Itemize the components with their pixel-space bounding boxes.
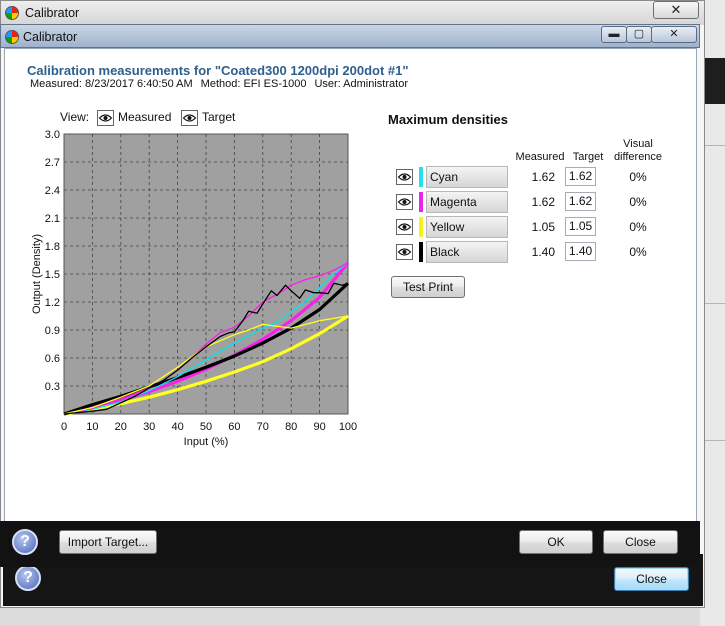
y-axis-label: Output (Density) <box>31 234 43 314</box>
ink-visual-difference: 0% <box>629 195 647 209</box>
test-print-button[interactable]: Test Print <box>391 276 465 298</box>
y-tick-label: 0.3 <box>45 381 60 393</box>
x-tick-label: 20 <box>115 421 127 433</box>
x-tick-label: 0 <box>61 421 67 433</box>
close-button[interactable]: Close <box>603 530 678 554</box>
x-tick-label: 50 <box>200 421 212 433</box>
measured-toggle-label[interactable]: Measured <box>118 110 171 124</box>
col-header-measured: Measured <box>515 151 565 163</box>
ink-eye-icon[interactable] <box>396 194 413 210</box>
ink-visual-difference: 0% <box>629 170 647 184</box>
col-header-visual: Visual <box>623 138 653 150</box>
y-tick-label: 2.7 <box>45 157 60 169</box>
calibration-info: Measured: 8/23/2017 6:40:50 AM Method: EF… <box>30 78 416 90</box>
ink-color-swatch <box>419 217 423 237</box>
x-tick-label: 80 <box>285 421 297 433</box>
col-header-target: Target <box>572 151 604 163</box>
ink-eye-icon[interactable] <box>396 219 413 235</box>
maximize-icon[interactable]: ▢ <box>626 26 652 43</box>
y-tick-label: 3.0 <box>45 129 60 141</box>
ink-target-input[interactable]: 1.40 <box>565 242 596 261</box>
minimize-icon[interactable]: ▬ <box>601 26 627 43</box>
ink-color-swatch <box>419 167 423 187</box>
ok-button[interactable]: OK <box>519 530 593 554</box>
ink-measured-value: 1.05 <box>531 220 555 234</box>
calibration-dialog: Calibrator ▬ ▢ ✕ Calibration measurement… <box>0 24 700 567</box>
x-tick-label: 100 <box>339 421 357 433</box>
calibrator-app-icon <box>5 30 19 44</box>
calibration-heading: Calibration measurements for "Coated300 … <box>27 63 409 78</box>
ink-visual-difference: 0% <box>629 245 647 259</box>
y-tick-label: 1.8 <box>45 241 60 253</box>
ink-name-label[interactable]: Black <box>426 241 508 263</box>
ink-name-label[interactable]: Magenta <box>426 191 508 213</box>
y-tick-label: 1.5 <box>45 269 60 281</box>
ink-target-input[interactable]: 1.62 <box>565 192 596 211</box>
y-tick-label: 2.4 <box>45 185 60 197</box>
measured-eye-icon[interactable] <box>97 110 114 126</box>
target-toggle-label[interactable]: Target <box>202 110 235 124</box>
ink-eye-icon[interactable] <box>396 244 413 260</box>
user-text: User: Administrator <box>314 78 408 90</box>
ink-color-swatch <box>419 242 423 262</box>
outer-window-title: Calibrator <box>25 6 80 20</box>
x-tick-label: 10 <box>86 421 98 433</box>
ink-name-label[interactable]: Cyan <box>426 166 508 188</box>
ink-visual-difference: 0% <box>629 220 647 234</box>
measured-date: Measured: 8/23/2017 6:40:50 AM <box>30 78 193 90</box>
x-axis-label: Input (%) <box>184 436 229 448</box>
method-text: Method: EFI ES-1000 <box>200 78 307 90</box>
ink-eye-icon[interactable] <box>396 169 413 185</box>
dialog-title-bar[interactable]: Calibrator ▬ ▢ ✕ <box>0 24 700 48</box>
col-header-difference: difference <box>613 151 663 163</box>
outer-title-bar[interactable]: Calibrator ✕ <box>1 1 704 25</box>
x-tick-label: 30 <box>143 421 155 433</box>
ink-name-label[interactable]: Yellow <box>426 216 508 238</box>
dialog-help-icon[interactable]: ? <box>12 529 38 555</box>
help-icon[interactable]: ? <box>15 565 41 591</box>
outer-close-button[interactable]: Close <box>614 567 689 591</box>
ink-measured-value: 1.62 <box>531 195 555 209</box>
dialog-title: Calibrator <box>23 30 78 44</box>
ink-measured-value: 1.62 <box>531 170 555 184</box>
target-eye-icon[interactable] <box>181 110 198 126</box>
y-tick-label: 0.6 <box>45 353 60 365</box>
background-panel <box>705 58 725 104</box>
ink-target-input[interactable]: 1.05 <box>565 217 596 236</box>
ink-color-swatch <box>419 192 423 212</box>
view-label: View: <box>60 110 90 124</box>
dialog-footer: ? Import Target... OK Close <box>0 521 700 567</box>
max-densities-title: Maximum densities <box>388 112 508 127</box>
import-target-button[interactable]: Import Target... <box>59 530 157 554</box>
y-tick-label: 1.2 <box>45 297 60 309</box>
dialog-close-icon[interactable]: ✕ <box>651 26 697 43</box>
outer-close-icon[interactable]: ✕ <box>653 1 699 19</box>
x-tick-label: 70 <box>257 421 269 433</box>
y-tick-label: 2.1 <box>45 213 60 225</box>
x-tick-label: 60 <box>228 421 240 433</box>
x-tick-label: 90 <box>313 421 325 433</box>
ink-target-input[interactable]: 1.62 <box>565 167 596 186</box>
y-tick-label: 0.9 <box>45 325 60 337</box>
density-chart: 0 10 20 30 40 50 60 70 80 90 100 0.3 0.6 0.9 1.2 1.5 1.8… <box>31 129 357 448</box>
x-tick-label: 40 <box>171 421 183 433</box>
ink-measured-value: 1.40 <box>531 245 555 259</box>
calibrator-app-icon <box>5 6 19 20</box>
